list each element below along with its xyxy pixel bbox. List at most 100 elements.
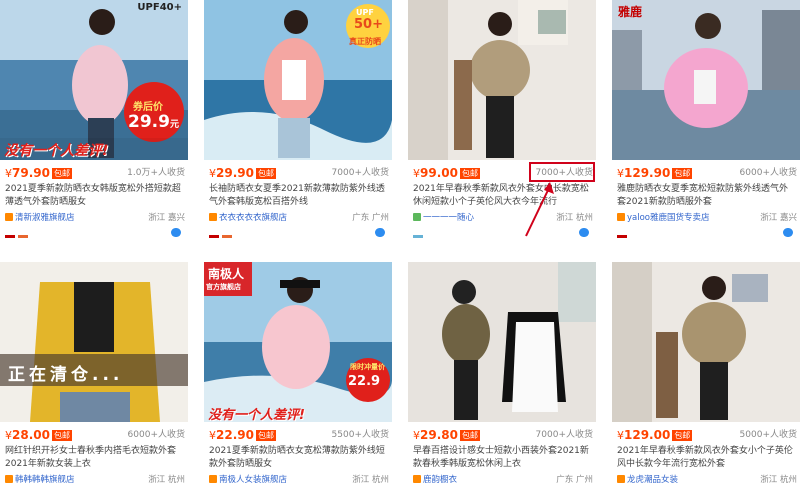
product-title[interactable]: 2021夏季新款防晒衣女韩版宽松外搭短款超薄透气外套防晒服女 bbox=[5, 183, 183, 211]
price: 28.00 bbox=[12, 428, 50, 442]
chat-bubble-icon[interactable] bbox=[783, 228, 793, 237]
price: 99.00 bbox=[420, 166, 458, 180]
shop-icon bbox=[5, 213, 13, 221]
shop-row: 南极人女装旗舰店 浙江 杭州 bbox=[209, 474, 389, 486]
location: 浙江 嘉兴 bbox=[760, 213, 797, 223]
shop-row: 衣衣衣衣衣旗舰店 广东 广州 bbox=[209, 212, 389, 224]
product-card[interactable]: ¥99.00 包邮 7000+人收货 2021年早春秋季新款风衣外套女中长款宽松休… bbox=[408, 0, 596, 238]
price-row: ¥129.00 包邮 5000+人收货 bbox=[617, 426, 797, 444]
currency-symbol: ¥ bbox=[413, 429, 420, 442]
product-card[interactable]: 雅鹿 ¥129.90 包邮 6000+人收货 雅鹿防晒衣女夏季宽松短款防紫外线透气… bbox=[612, 0, 800, 238]
shop-row: 清新淑雅旗舰店 浙江 嘉兴 bbox=[5, 212, 185, 224]
brand-sub: 官方旗舰店 bbox=[206, 283, 241, 291]
product-grid: UPF40+ 券后价 29.9元 没有一个人差评! ¥79.90 包邮 1.0万+… bbox=[0, 0, 800, 500]
location: 浙江 嘉兴 bbox=[148, 213, 185, 223]
sun-badge-top: UPF bbox=[356, 8, 374, 17]
chat-bubble-icon[interactable] bbox=[579, 228, 589, 237]
shop-row: 一一一一随心 浙江 杭州 bbox=[413, 212, 593, 224]
product-card[interactable]: 南极人 官方旗舰店 限时冲量价 22.9 没有一个人差评! ¥22.90 包邮 5… bbox=[204, 262, 392, 500]
currency-symbol: ¥ bbox=[413, 167, 420, 180]
shop-icon bbox=[5, 475, 13, 483]
location: 广东 广州 bbox=[556, 475, 593, 485]
product-card[interactable]: ¥29.80 包邮 7000+人收货 早春百搭设计感女士短款小西装外套2021新款… bbox=[408, 262, 596, 500]
product-image[interactable]: 南极人 官方旗舰店 限时冲量价 22.9 没有一个人差评! bbox=[204, 262, 392, 422]
product-card[interactable]: UPF 50+ 真正防晒 ¥29.90 包邮 7000+人收货 长袖防晒衣女夏季2… bbox=[204, 0, 392, 238]
price-row: ¥129.90 包邮 6000+人收货 bbox=[617, 164, 797, 182]
price: 129.90 bbox=[624, 166, 671, 180]
location: 浙江 杭州 bbox=[556, 213, 593, 223]
shop-row: 龙虎潮品女装 浙江 杭州 bbox=[617, 474, 797, 486]
sales-count: 5000+人收货 bbox=[739, 430, 797, 440]
currency-symbol: ¥ bbox=[5, 167, 12, 180]
shop-link[interactable]: 南极人女装旗舰店 bbox=[219, 475, 287, 485]
product-image[interactable] bbox=[408, 262, 596, 422]
free-shipping-tag: 包邮 bbox=[672, 430, 693, 441]
free-shipping-tag: 包邮 bbox=[459, 168, 480, 179]
product-title[interactable]: 雅鹿防晒衣女夏季宽松短款防紫外线透气外套2021新款防晒服外套 bbox=[617, 183, 795, 211]
sales-count: 1.0万+人收货 bbox=[127, 168, 185, 178]
product-title[interactable]: 2021夏季新款防晒衣女宽松薄款防紫外线短款外套防晒服女 bbox=[209, 445, 387, 473]
location: 浙江 杭州 bbox=[148, 475, 185, 485]
location: 浙江 杭州 bbox=[760, 475, 797, 485]
price-row: ¥29.80 包邮 7000+人收货 bbox=[413, 426, 593, 444]
product-title[interactable]: 网红针织开衫女士春秋季内搭毛衣短款外套2021年新款女装上衣 bbox=[5, 445, 183, 473]
shop-link[interactable]: 一一一一随心 bbox=[423, 213, 474, 223]
shop-row: 韩韩韩韩旗舰店 浙江 杭州 bbox=[5, 474, 185, 486]
gift-badge-icon bbox=[18, 235, 28, 238]
shop-row: yaloo雅鹿国货专卖店 浙江 嘉兴 bbox=[617, 212, 797, 224]
shop-link[interactable]: 清新淑雅旗舰店 bbox=[15, 213, 75, 223]
product-image[interactable]: 雅鹿 bbox=[612, 0, 800, 160]
coupon-label: 券后价 bbox=[133, 102, 163, 113]
currency-symbol: ¥ bbox=[209, 167, 216, 180]
shop-link[interactable]: 龙虎潮品女装 bbox=[627, 475, 678, 485]
upf-label: UPF40+ bbox=[137, 2, 182, 13]
free-shipping-tag: 包邮 bbox=[255, 430, 276, 441]
shop-link[interactable]: 衣衣衣衣衣旗舰店 bbox=[219, 213, 287, 223]
shop-link[interactable]: yaloo雅鹿国货专卖店 bbox=[627, 213, 710, 223]
product-card[interactable]: 正在清仓... ¥28.00 包邮 6000+人收货 网红针织开衫女士春秋季内搭毛… bbox=[0, 262, 188, 500]
price: 29.90 bbox=[216, 166, 254, 180]
product-card[interactable]: ¥129.00 包邮 5000+人收货 2021年早春秋季新款风衣外套女小个子英伦… bbox=[612, 262, 800, 500]
product-card[interactable]: UPF40+ 券后价 29.9元 没有一个人差评! ¥79.90 包邮 1.0万+… bbox=[0, 0, 188, 238]
currency-symbol: ¥ bbox=[209, 429, 216, 442]
sales-count: 7000+人收货 bbox=[535, 430, 593, 440]
promo-banner: 没有一个人差评! bbox=[4, 143, 109, 159]
product-title[interactable]: 早春百搭设计感女士短款小西装外套2021新款春秋季韩版宽松休闲上衣 bbox=[413, 445, 591, 473]
price-row: ¥22.90 包邮 5500+人收货 bbox=[209, 426, 389, 444]
clearance-banner: 正在清仓... bbox=[8, 365, 124, 385]
shop-icon bbox=[413, 475, 421, 483]
chat-bubble-icon[interactable] bbox=[171, 228, 181, 237]
product-image[interactable] bbox=[408, 0, 596, 160]
shop-link[interactable]: 韩韩韩韩旗舰店 bbox=[15, 475, 75, 485]
badge-row bbox=[209, 228, 389, 238]
badge-row bbox=[617, 228, 797, 238]
tmall-badge-icon bbox=[617, 235, 627, 238]
chat-bubble-icon[interactable] bbox=[375, 228, 385, 237]
badge-row bbox=[413, 228, 593, 238]
price-row: ¥79.90 包邮 1.0万+人收货 bbox=[5, 164, 185, 182]
product-title[interactable]: 长袖防晒衣女夏季2021新款薄款防紫外线透气外套韩版宽松百搭外线 bbox=[209, 183, 387, 211]
location: 广东 广州 bbox=[352, 213, 389, 223]
product-image[interactable]: UPF 50+ 真正防晒 bbox=[204, 0, 392, 160]
price-row: ¥29.90 包邮 7000+人收货 bbox=[209, 164, 389, 182]
free-shipping-tag: 包邮 bbox=[255, 168, 276, 179]
product-title[interactable]: 2021年早春秋季新款风衣外套女中长款宽松休闲短款小个子英伦风大衣今年流行 bbox=[413, 183, 591, 211]
product-image[interactable]: UPF40+ 券后价 29.9元 没有一个人差评! bbox=[0, 0, 188, 160]
price: 79.90 bbox=[12, 166, 50, 180]
coupon-price: 22.9 bbox=[348, 374, 381, 389]
product-title[interactable]: 2021年早春秋季新款风衣外套女小个子英伦风中长款今年流行宽松外套 bbox=[617, 445, 795, 473]
coupon-label: 限时冲量价 bbox=[350, 363, 385, 371]
shop-link[interactable]: 鹿韵橱衣 bbox=[423, 475, 457, 485]
shop-badge-icon bbox=[413, 235, 423, 238]
sales-count: 5500+人收货 bbox=[331, 430, 389, 440]
price: 29.80 bbox=[420, 428, 458, 442]
shop-row: 鹿韵橱衣 广东 广州 bbox=[413, 474, 593, 486]
annotation-arrow-icon bbox=[525, 182, 554, 237]
shop-icon bbox=[617, 475, 625, 483]
gift-badge-icon bbox=[222, 235, 232, 238]
product-image[interactable] bbox=[612, 262, 800, 422]
sales-count: 6000+人收货 bbox=[127, 430, 185, 440]
sales-count: 7000+人收货 bbox=[331, 168, 389, 178]
product-image[interactable]: 正在清仓... bbox=[0, 262, 188, 422]
badge-row bbox=[5, 228, 185, 238]
